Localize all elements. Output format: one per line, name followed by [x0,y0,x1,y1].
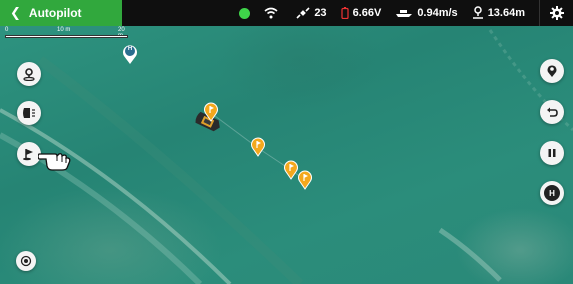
satellite-icon [296,7,310,19]
waypoint-marker[interactable] [297,170,313,190]
flag-icon [23,149,33,161]
pause-icon [548,149,556,157]
target-icon [20,255,32,267]
satellite-status: 23 [296,7,327,19]
gear-icon [549,6,564,20]
hand-pointer-icon [37,153,71,171]
boat-icon [396,10,413,17]
boat-view-button[interactable] [17,101,41,125]
back-label: Autopilot [28,6,82,20]
battery-icon [340,7,349,19]
satellite-count: 23 [314,7,327,19]
scale-start-label: 0 [5,27,9,33]
center-location-button[interactable] [16,251,36,271]
waypoint-pin-icon [251,137,265,157]
waypoint-marker[interactable] [250,137,266,157]
return-home-button[interactable]: H [540,181,564,205]
home-marker-label: H [127,46,133,52]
wifi-icon [264,7,278,19]
battery-status: 6.66V [340,7,382,19]
waypoint-pin-icon [298,170,312,190]
home-button-label: H [549,188,555,198]
map-view[interactable] [0,0,573,284]
home-badge-icon: H [544,185,560,201]
locate-pin-button[interactable] [17,62,41,86]
status-indicators: 23 6.66V 0.94m/s 13.64m [239,6,539,20]
settings-button[interactable] [539,0,573,26]
wifi-status [264,7,282,19]
boat-heading-icon [23,108,35,118]
hand-pointer-cursor [37,145,72,171]
distance-value: 13.64m [487,7,525,19]
waypoint-pin-icon [204,102,218,122]
waypoint-marker[interactable] [203,102,219,122]
speed-status: 0.94m/s [395,7,458,19]
battery-voltage: 6.66V [352,7,382,19]
distance-status: 13.64m [472,6,525,20]
chevron-left-icon: ❮ [10,5,21,20]
top-status-bar: ❮ Autopilot 23 6.66V 0.94m/s 13.64m [0,0,573,26]
map-location-button[interactable] [540,59,564,83]
scale-bar-line [5,35,128,38]
back-button[interactable]: ❮ Autopilot [0,0,122,26]
map-scale-bar: 0 10 m 20 m [5,27,129,40]
pause-button[interactable] [540,141,564,165]
home-point-marker[interactable]: H [121,43,139,65]
status-dot-icon [239,7,251,19]
scale-mid-label: 10 m [57,27,71,33]
return-button[interactable] [540,100,564,124]
map-terrain [0,29,573,284]
location-pin-icon [547,65,557,77]
person-distance-icon [472,6,483,19]
map-pin-icon [23,68,35,81]
undo-arrow-icon [547,107,558,117]
connection-status [239,7,251,19]
speed-value: 0.94m/s [417,7,458,19]
